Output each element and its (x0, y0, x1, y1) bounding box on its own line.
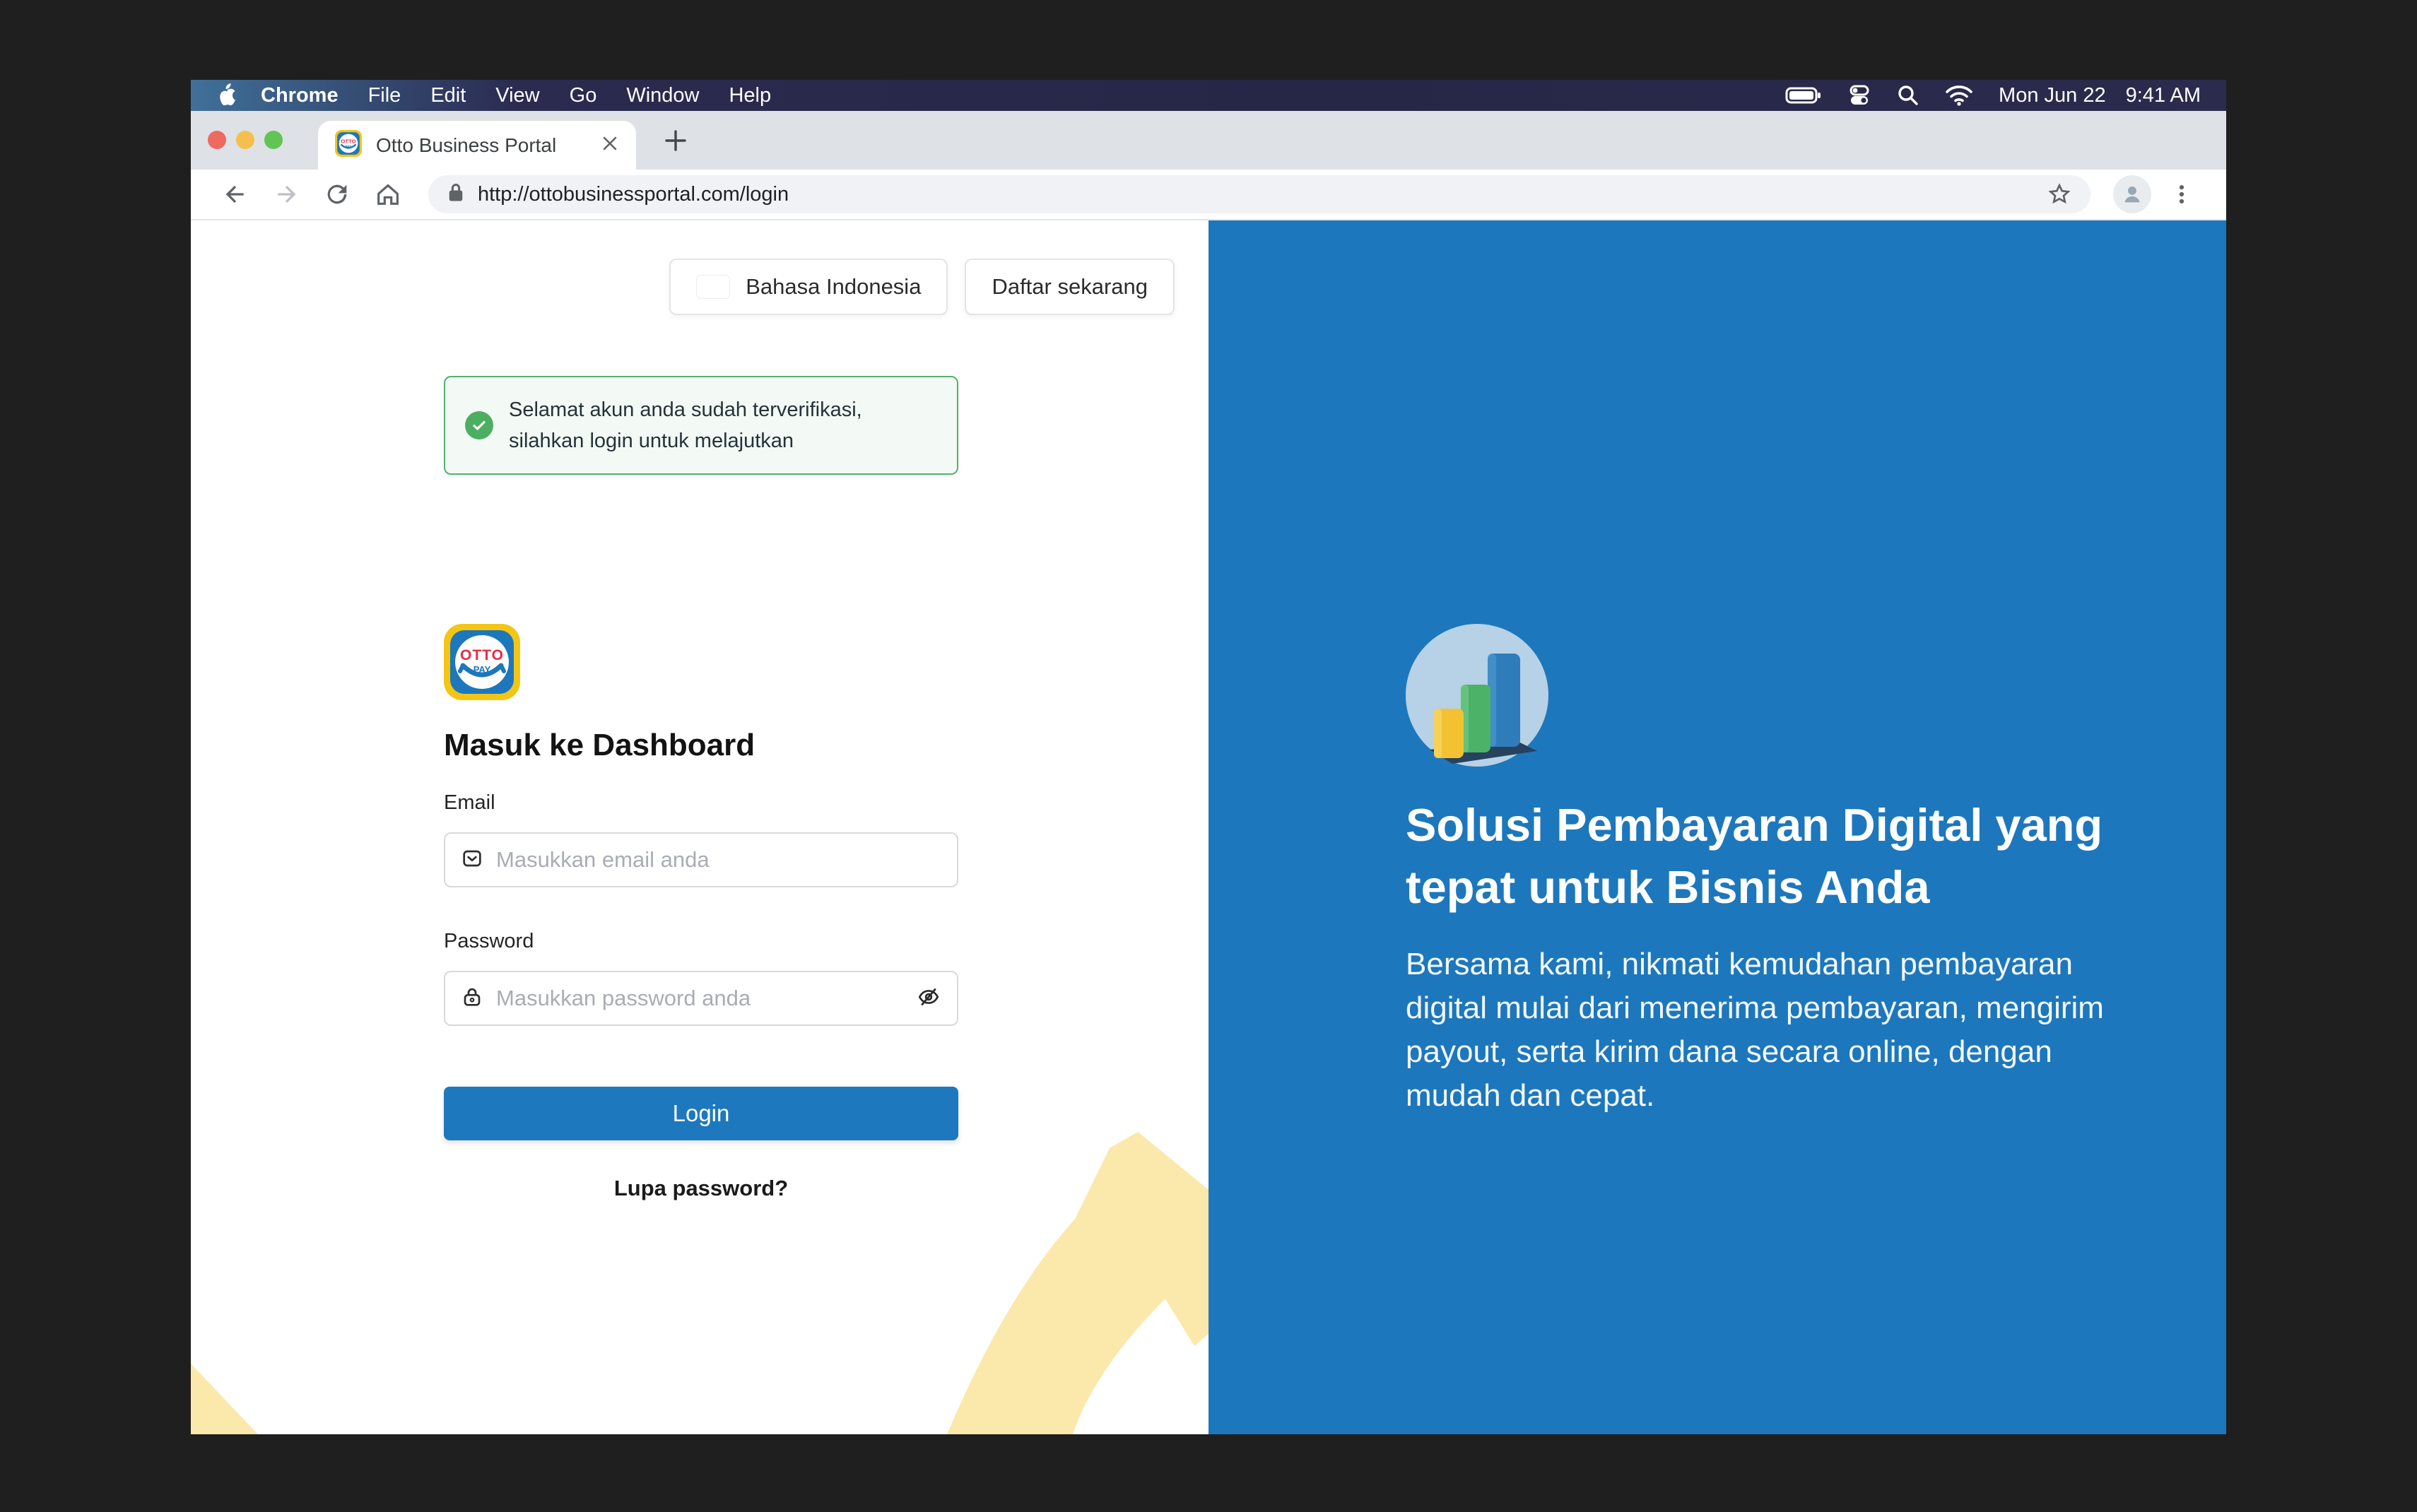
browser-menu-icon[interactable] (2161, 174, 2202, 215)
login-heading: Masuk ke Dashboard (444, 728, 755, 763)
tab-favicon: OTTOPAY (335, 130, 362, 160)
wifi-icon[interactable] (1945, 85, 1973, 106)
tab-otto-business-portal[interactable]: OTTOPAY Otto Business Portal (318, 121, 636, 170)
yellow-corner-decoration (191, 1364, 258, 1434)
promo-heading: Solusi Pembayaran Digital yang tepat unt… (1406, 794, 2105, 919)
profile-avatar-icon[interactable] (2113, 175, 2151, 213)
promo-panel: Solusi Pembayaran Digital yang tepat unt… (1208, 220, 2226, 1434)
email-label: Email (444, 790, 958, 815)
tab-close-icon[interactable] (601, 134, 619, 156)
register-button[interactable]: Daftar sekarang (965, 259, 1175, 315)
minimize-window-button[interactable] (236, 131, 254, 149)
login-button[interactable]: Login (444, 1087, 958, 1140)
menubar-item-edit[interactable]: Edit (416, 84, 481, 107)
zoom-window-button[interactable] (264, 131, 283, 149)
address-bar: http://ottobusinessportal.com/login (191, 170, 2226, 220)
promo-body: Bersama kami, nikmati kemudahan pembayar… (1406, 943, 2112, 1118)
tab-title: Otto Business Portal (376, 134, 587, 157)
register-button-label: Daftar sekarang (992, 274, 1148, 300)
login-form: Email Password (444, 790, 958, 1201)
battery-icon[interactable] (1785, 86, 1822, 105)
language-button-label: Bahasa Indonesia (746, 274, 921, 300)
desktop: Chrome File Edit View Go Window Help (0, 0, 2417, 1512)
menubar-item-go[interactable]: Go (555, 84, 612, 107)
menubar-item-chrome[interactable]: Chrome (246, 84, 353, 107)
reload-icon[interactable] (317, 174, 358, 215)
browser-window: Chrome File Edit View Go Window Help (191, 80, 2226, 1434)
svg-text:OTTO: OTTO (341, 138, 355, 144)
menubar-item-window[interactable]: Window (611, 84, 714, 107)
check-circle-icon (465, 411, 493, 439)
email-input[interactable] (496, 847, 941, 873)
indonesia-flag-icon (696, 275, 730, 299)
new-tab-button[interactable] (657, 122, 694, 159)
email-field[interactable] (444, 832, 958, 887)
logo-wordmark: OTTO (460, 647, 504, 663)
password-input[interactable] (496, 986, 903, 1011)
url-field[interactable]: http://ottobusinessportal.com/login (428, 175, 2090, 213)
lock-icon (461, 986, 483, 1012)
bar-chart-icon (1406, 624, 1548, 767)
menubar-item-view[interactable]: View (481, 84, 554, 107)
password-label: Password (444, 928, 958, 954)
url-text[interactable]: http://ottobusinessportal.com/login (478, 183, 789, 206)
close-window-button[interactable] (208, 131, 226, 149)
language-button[interactable]: Bahasa Indonesia (669, 259, 948, 315)
back-icon[interactable] (215, 174, 256, 215)
home-icon[interactable] (367, 174, 408, 215)
envelope-icon (461, 847, 483, 873)
macos-menubar: Chrome File Edit View Go Window Help (191, 80, 2226, 111)
spotlight-search-icon[interactable] (1897, 84, 1919, 107)
success-alert-text: Selamat akun anda sudah terverifikasi, s… (509, 394, 937, 456)
ottopay-logo: OTTO PAY (444, 624, 520, 704)
bookmark-star-icon[interactable] (2047, 182, 2072, 207)
forward-icon[interactable] (266, 174, 307, 215)
menubar-time[interactable]: 9:41 AM (2126, 84, 2201, 107)
page-content: Bahasa Indonesia Daftar sekarang Selamat… (191, 220, 2226, 1434)
password-field[interactable] (444, 971, 958, 1026)
menubar-date[interactable]: Mon Jun 22 (1999, 84, 2106, 107)
tab-strip: OTTOPAY Otto Business Portal (191, 111, 2226, 170)
success-alert: Selamat akun anda sudah terverifikasi, s… (444, 376, 958, 475)
menubar-item-help[interactable]: Help (714, 84, 786, 107)
forgot-password-link[interactable]: Lupa password? (444, 1176, 958, 1201)
eye-off-icon[interactable] (916, 984, 941, 1013)
login-panel: Bahasa Indonesia Daftar sekarang Selamat… (191, 220, 1208, 1434)
menubar-item-file[interactable]: File (353, 84, 416, 107)
apple-logo-icon[interactable] (216, 83, 237, 107)
control-center-icon[interactable] (1847, 83, 1871, 107)
padlock-icon[interactable] (447, 182, 465, 207)
